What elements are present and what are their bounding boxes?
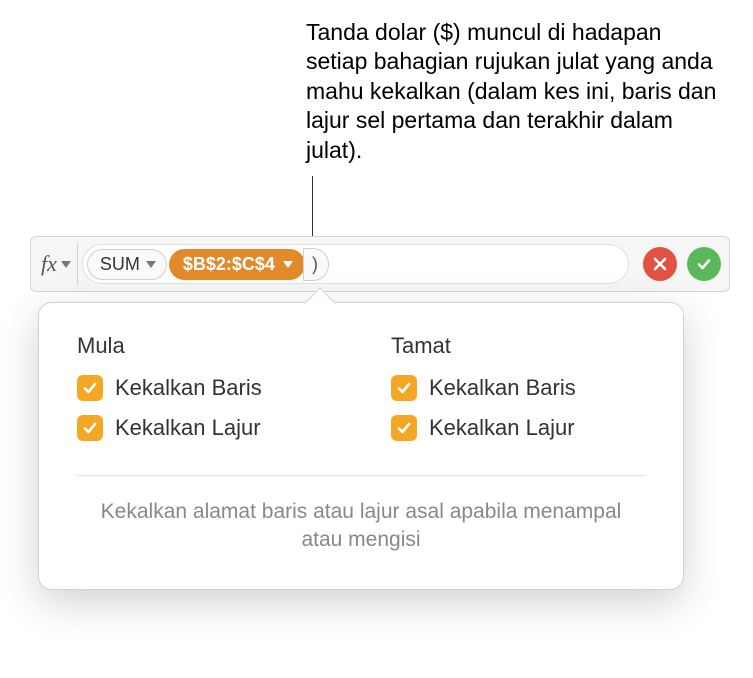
reference-preserve-popover: Mula Kekalkan Baris Kekalkan Lajur Tamat [38,302,684,590]
checkbox-label: Kekalkan Lajur [429,415,575,441]
check-icon [82,420,98,436]
end-preserve-row[interactable]: Kekalkan Baris [391,375,645,401]
check-icon [396,420,412,436]
end-title: Tamat [391,333,645,359]
check-icon [396,380,412,396]
function-name: SUM [100,254,140,275]
range-reference-token[interactable]: $B$2:$C$4 [169,249,305,280]
formula-bar: fx SUM $B$2:$C$4 ) [30,236,730,292]
fx-menu[interactable]: fx [39,243,78,285]
checkbox-checked[interactable] [391,375,417,401]
check-icon [696,256,712,272]
start-preserve-col[interactable]: Kekalkan Lajur [77,415,331,441]
checkbox-label: Kekalkan Baris [115,375,262,401]
function-token[interactable]: SUM [87,249,167,280]
checkbox-label: Kekalkan Lajur [115,415,261,441]
divider [77,475,645,476]
popover-arrow [304,287,335,318]
confirm-button[interactable] [687,247,721,281]
fx-label: fx [41,251,57,277]
formula-input[interactable]: SUM $B$2:$C$4 ) [82,244,629,284]
range-reference-text: $B$2:$C$4 [183,254,275,275]
cancel-button[interactable] [643,247,677,281]
checkbox-checked[interactable] [77,415,103,441]
close-icon [652,256,668,272]
chevron-down-icon [61,261,71,268]
callout-text: Tanda dolar ($) muncul di hadapan setiap… [306,18,726,165]
popover-description: Kekalkan alamat baris atau lajur asal ap… [77,498,645,555]
close-paren-token: ) [303,248,329,281]
start-title: Mula [77,333,331,359]
end-column: Tamat Kekalkan Baris Kekalkan Lajur [391,333,645,455]
chevron-down-icon [146,261,156,268]
check-icon [82,380,98,396]
checkbox-checked[interactable] [391,415,417,441]
checkbox-checked[interactable] [77,375,103,401]
chevron-down-icon [283,261,293,268]
start-preserve-row[interactable]: Kekalkan Baris [77,375,331,401]
start-column: Mula Kekalkan Baris Kekalkan Lajur [77,333,331,455]
checkbox-label: Kekalkan Baris [429,375,576,401]
end-preserve-col[interactable]: Kekalkan Lajur [391,415,645,441]
